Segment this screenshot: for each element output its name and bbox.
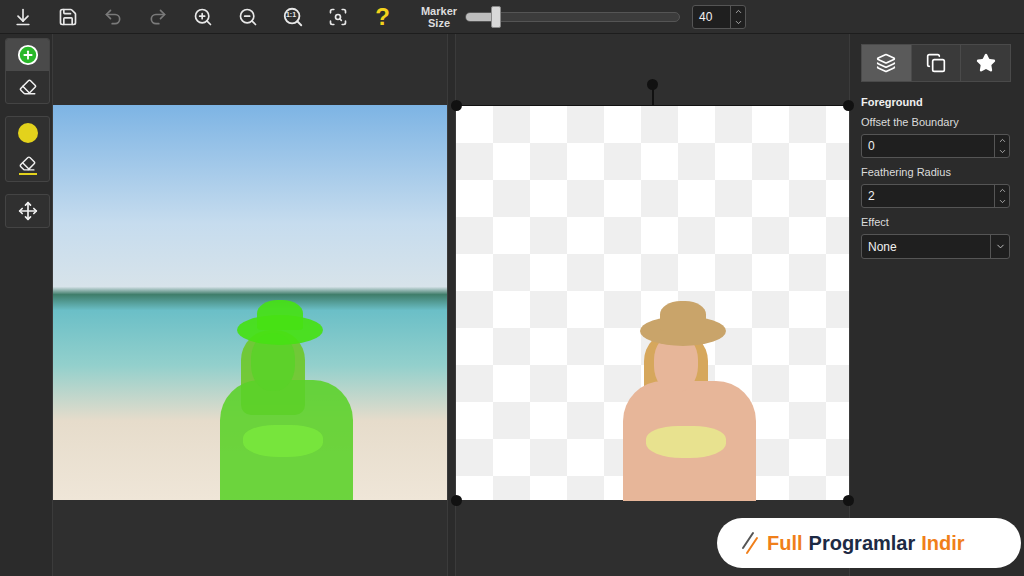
corner-handle[interactable] [451,495,462,506]
move-icon [18,201,38,221]
fit-button[interactable] [315,1,360,33]
background-icon [926,53,946,73]
zoom-in-button[interactable] [180,1,225,33]
corner-handle[interactable] [843,100,854,111]
tool-group [5,38,50,104]
tool-group [5,194,50,228]
tool-column [0,34,52,576]
up-icon [998,186,1007,195]
redo-icon [148,7,168,27]
increment-button[interactable] [995,135,1009,146]
effects-tab[interactable] [961,45,1010,81]
marker-size-label: Marker Size [417,5,461,29]
corner-handle[interactable] [451,100,462,111]
app-window: 1:1? Marker Size 40 Foreground Offset the Bo… [0,0,1024,576]
down-icon [998,197,1007,206]
up-icon [998,136,1007,145]
help-button[interactable]: ? [360,1,405,33]
marker-size-slider[interactable] [465,12,680,22]
workspace: Foreground Offset the Boundary 0 Feathering… [0,34,1024,576]
foreground-tab[interactable] [862,45,912,81]
decrement-button[interactable] [995,196,1009,207]
cutout-preview[interactable] [456,105,849,500]
marker-size-value: 40 [693,6,730,28]
source-canvas [52,34,448,576]
undo-button[interactable] [90,1,135,33]
select-value: None [868,240,990,254]
field-label: Feathering Radius [861,166,1011,178]
number-field[interactable]: 2 [861,184,1010,208]
number-value: 2 [862,185,994,207]
save-icon [58,7,78,27]
person-hat-crown [660,301,706,331]
actual-size-icon: 1:1 [282,6,304,28]
watermark-text: Programlar [809,532,916,555]
increment-button[interactable] [731,6,745,17]
help-icon: ? [375,5,390,29]
background-eraser-underline [19,173,37,175]
watermark: Full ProgramlarIndir [717,518,1021,568]
slash-logo-icon [739,530,761,556]
person-hat-crown [257,300,303,330]
effect-select[interactable]: None [861,234,1010,259]
add-background-tool[interactable] [6,117,49,149]
person-bikini [646,426,726,458]
effects-icon [976,53,996,73]
erase-background-tool[interactable] [6,149,49,181]
watermark-text: Indir [921,532,964,555]
watermark-text: Full [767,532,803,555]
background-eraser-icon [19,155,36,172]
actual-size-label: 1:1 [285,11,298,19]
background-tab[interactable] [912,45,962,81]
down-icon [734,18,743,27]
zoom-out-icon [238,7,258,27]
decrement-button[interactable] [731,17,745,28]
caret-icon [990,235,1009,258]
panel-tabs [861,44,1011,82]
settings-panel: Foreground Offset the Boundary 0 Feathering… [854,34,1021,576]
redo-button[interactable] [135,1,180,33]
marker-size-spinner [730,6,745,28]
open-button[interactable] [0,1,45,33]
background-marker-icon [18,123,38,143]
decrement-button[interactable] [995,146,1009,157]
toolbar: 1:1? Marker Size 40 [0,0,1024,34]
number-spinner [994,135,1009,157]
zoom-out-button[interactable] [225,1,270,33]
add-foreground-tool[interactable] [6,39,49,71]
erase-foreground-tool[interactable] [6,71,49,103]
number-spinner [994,185,1009,207]
down-icon [998,147,1007,156]
actual-size-button[interactable]: 1:1 [270,1,315,33]
up-icon [734,7,743,16]
corner-handle[interactable] [843,495,854,506]
undo-icon [103,7,123,27]
zoom-in-icon [193,7,213,27]
add-foreground-icon [17,44,39,66]
number-value: 0 [862,135,994,157]
section-title: Foreground [861,96,1011,108]
marker-size-field[interactable]: 40 [692,5,746,29]
increment-button[interactable] [995,185,1009,196]
result-canvas [455,34,850,576]
move-tool[interactable] [6,195,49,227]
number-field[interactable]: 0 [861,134,1010,158]
open-icon [13,7,33,27]
fit-icon [328,7,348,27]
source-photo[interactable] [53,105,447,500]
marker-size-thumb[interactable] [491,6,501,28]
eraser-icon [19,78,37,96]
rotate-handle[interactable] [647,79,658,90]
foreground-icon [876,53,896,73]
field-label: Effect [861,216,1011,228]
person-bikini [243,425,323,457]
tool-group [5,116,50,182]
field-label: Offset the Boundary [861,116,1011,128]
save-button[interactable] [45,1,90,33]
